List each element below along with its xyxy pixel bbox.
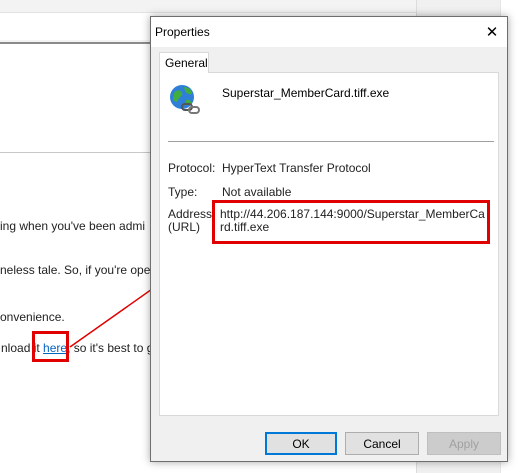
dialog-title: Properties — [155, 25, 210, 39]
protocol-label: Protocol: — [168, 161, 216, 175]
general-panel: Superstar_MemberCard.tiff.exe Protocol: … — [159, 72, 499, 416]
type-value: Not available — [222, 185, 292, 199]
dialog-titlebar[interactable]: Properties ✕ — [151, 17, 507, 47]
file-name: Superstar_MemberCard.tiff.exe — [222, 86, 390, 100]
address-label: Address: — [168, 207, 216, 221]
link-highlight-box — [32, 331, 69, 362]
email-body-link-line: nload it here, so it's best to g — [1, 341, 153, 355]
tab-general[interactable]: General — [159, 52, 209, 73]
protocol-value: HyperText Transfer Protocol — [222, 161, 371, 175]
internet-shortcut-globe-icon — [170, 85, 200, 114]
close-icon[interactable]: ✕ — [479, 19, 505, 45]
ok-button[interactable]: OK — [265, 432, 337, 455]
address-highlight-box — [212, 200, 490, 244]
properties-dialog: Properties ✕ General Superstar_MemberCar… — [150, 16, 508, 462]
email-body-line: onvenience. — [0, 310, 65, 324]
separator — [168, 141, 494, 142]
type-label: Type: — [168, 185, 198, 199]
url-label: (URL) — [168, 220, 200, 234]
email-body-line: ing when you've been admi — [0, 219, 146, 233]
apply-button[interactable]: Apply — [427, 432, 501, 455]
cancel-button[interactable]: Cancel — [345, 432, 419, 455]
email-body-line: neless tale. So, if you're ope — [0, 263, 151, 277]
email-body-text: , so it's best to g — [67, 341, 154, 355]
